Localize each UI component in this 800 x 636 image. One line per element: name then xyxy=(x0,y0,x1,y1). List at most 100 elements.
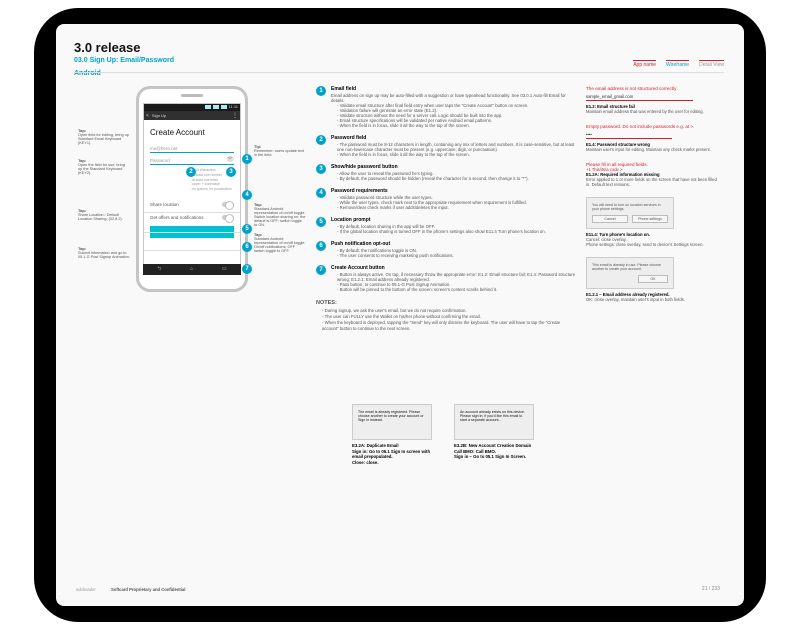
footer-confidential: Softcard Proprietary and Confidential xyxy=(111,587,185,592)
spec-number: 5 xyxy=(316,217,326,227)
offers-label: Get offers and notifications xyxy=(150,215,203,220)
share-location-label: Share location xyxy=(150,202,179,207)
spec-item: 6Push notification opt-outBy default, th… xyxy=(316,241,576,258)
tip-loc-toggle: Tap:Standard Android representation of o… xyxy=(254,202,306,227)
spec-number: 4 xyxy=(316,188,326,198)
document-page: 3.0 release 03.0 Sign Up: Email/Password… xyxy=(56,24,744,606)
err-email: The email address is not structured corr… xyxy=(586,86,720,114)
tip-password: Tap:Open the field for use, bring up the… xyxy=(78,158,130,175)
spec-title: Password field xyxy=(331,135,576,141)
note-item: When the keyboard is deployed, tapping t… xyxy=(322,320,576,332)
hlink-app[interactable]: App name xyxy=(633,60,656,68)
section-title: 03.0 Sign Up: Email/Password xyxy=(74,57,174,64)
spec-lead: Email address on sign up may be auto-fil… xyxy=(331,93,576,103)
spec-item: 1 Email fieldEmail address on sign up may… xyxy=(316,86,576,128)
spec-title: Create Account button xyxy=(331,265,576,271)
spec-title: Password requirements xyxy=(331,188,527,194)
wifi-icon xyxy=(213,105,219,109)
err-head: The email address is not structured corr… xyxy=(586,86,720,91)
callout-4: 4 xyxy=(242,190,252,200)
overlay-cancel-button[interactable]: Cancel xyxy=(592,215,628,223)
tip-notif-toggle: Tap:Standard Android representation of o… xyxy=(254,232,306,253)
overlay-caption: E3.2A: Duplicate Email Sign in: Go to 05… xyxy=(352,443,432,465)
spec-bullet: When the field is in focus, slide it all… xyxy=(337,123,576,128)
spec-body: Password fieldThe password must be 8-12 … xyxy=(331,135,576,157)
nav-recent-icon[interactable]: ▭ xyxy=(222,267,227,272)
error-column: The email address is not structured corr… xyxy=(586,86,720,312)
err-password: Empty password. Do not include passwords… xyxy=(586,124,720,152)
callout-6: 6 xyxy=(242,242,252,252)
spec-bullet: Button will be pinned to the bottom of t… xyxy=(337,287,576,292)
spec-number: 1 xyxy=(316,86,326,96)
spec-item: 4Password requirementsValidate password … xyxy=(316,188,576,210)
err-body: OK: close overlay, maintain user's input… xyxy=(586,297,720,302)
release-title: 3.0 release xyxy=(74,40,174,55)
header-rule xyxy=(74,72,724,73)
overlay-specs: The email is already registered. Please … xyxy=(352,404,534,465)
err-required: Please fill in all required fields. +1 T… xyxy=(586,162,720,187)
clock-icon: 11:11 xyxy=(229,105,238,110)
spec-bullet: If the global location sharing is turned… xyxy=(337,229,546,234)
spec-item: 3Show/hide password buttonAllow the user… xyxy=(316,164,576,181)
overlay-text: This email is already in use. Please cho… xyxy=(592,263,668,271)
callout-1: 1 xyxy=(242,154,252,164)
spec-body: Email fieldEmail address on sign up may … xyxy=(331,86,576,128)
overlay-box: You will need to turn on location servic… xyxy=(586,197,674,229)
callout-7: 7 xyxy=(242,264,252,274)
password-field[interactable]: Password 👁 xyxy=(150,156,234,165)
eye-icon[interactable]: 👁 xyxy=(226,156,234,163)
overlay-spec-b: An account already exists on this device… xyxy=(454,404,534,465)
callout-5: 5 xyxy=(242,224,252,234)
overlay-dup-email: This email is already in use. Please cho… xyxy=(586,257,720,302)
err-sample-field: sample_email_gmail.com xyxy=(586,92,693,101)
spec-item: 2Password fieldThe password must be 8-12… xyxy=(316,135,576,157)
spec-title: Location prompt xyxy=(331,217,546,223)
err-head: Empty password. Do not include passwords… xyxy=(586,124,720,129)
battery-icon xyxy=(221,105,227,109)
spec-column: 1 Email fieldEmail address on sign up may… xyxy=(316,86,576,332)
offers-toggle[interactable] xyxy=(222,215,234,220)
spec-title: Push notification opt-out xyxy=(331,241,454,247)
err-body: Cancel: close overlay. Phone settings: c… xyxy=(586,237,720,247)
share-location-toggle[interactable] xyxy=(222,202,234,207)
back-icon[interactable]: < xyxy=(146,113,149,119)
status-bar: 11:11 xyxy=(144,104,240,111)
overlay-box: The email is already registered. Please … xyxy=(352,404,432,440)
nav-home-icon[interactable]: ⌂ xyxy=(190,267,193,272)
notes-heading: NOTES: xyxy=(316,300,576,306)
page-number: 21 / 233 xyxy=(702,586,720,592)
phone-mockup: 11:11 < Sign Up ⋮ Create Account me@here… xyxy=(136,86,248,292)
overlay-box: An account already exists on this device… xyxy=(454,404,534,440)
password-placeholder: Password xyxy=(150,158,170,163)
email-field[interactable]: me@here.net xyxy=(150,144,234,153)
tablet-frame: 3.0 release 03.0 Sign Up: Email/Password… xyxy=(34,8,766,622)
tip-email: Tap:Open field for editing, bring up Sta… xyxy=(78,128,130,145)
err-body: Maintain user's input for editing. Maint… xyxy=(586,147,720,152)
err-sample-field: •••• xyxy=(586,130,672,139)
spec-bullet: Button is always active. On tap, if nece… xyxy=(337,272,576,282)
phone-speaker xyxy=(181,94,203,97)
nav-back-icon[interactable]: ⮌ xyxy=(157,267,161,272)
hlink-detail[interactable]: Detail View xyxy=(699,60,724,68)
overlay-text: The email is already registered. Please … xyxy=(358,410,426,422)
doc-footer: subheader Softcard Proprietary and Confi… xyxy=(76,587,185,592)
phone-display: 11:11 < Sign Up ⋮ Create Account me@here… xyxy=(143,103,241,275)
spec-bullet: The user consents to receiving marketing… xyxy=(337,253,454,258)
divider xyxy=(144,212,240,213)
spec-number: 7 xyxy=(316,265,326,275)
overlay-ok-button[interactable]: OK xyxy=(638,275,668,283)
tip-submit: Tap:Submit information and go to 05.1-G … xyxy=(78,246,130,259)
err-body: Maintain email address that was entered … xyxy=(586,109,720,114)
share-location-row: Share location xyxy=(150,202,234,207)
overflow-icon[interactable]: ⋮ xyxy=(232,112,238,119)
notes-block: NOTES: During signup, we ask the user's … xyxy=(316,300,576,332)
spec-bullet: When the field is in focus, slide it all… xyxy=(337,152,576,157)
tip-share-loc: Tap:Share Location / Default Location Sh… xyxy=(78,208,130,221)
hlink-wire[interactable]: Wireframe xyxy=(666,60,689,68)
action-bar: < Sign Up ⋮ xyxy=(144,111,240,120)
overlay-settings-button[interactable]: Phone settings xyxy=(632,215,668,223)
rule-item: no spaces, no punctuation xyxy=(190,187,234,192)
spec-bullet: The password must be 8-12 characters in … xyxy=(337,142,576,152)
overlay-text: You will need to turn on location servic… xyxy=(592,203,668,211)
header-links: App name Wireframe Detail View xyxy=(633,60,724,68)
